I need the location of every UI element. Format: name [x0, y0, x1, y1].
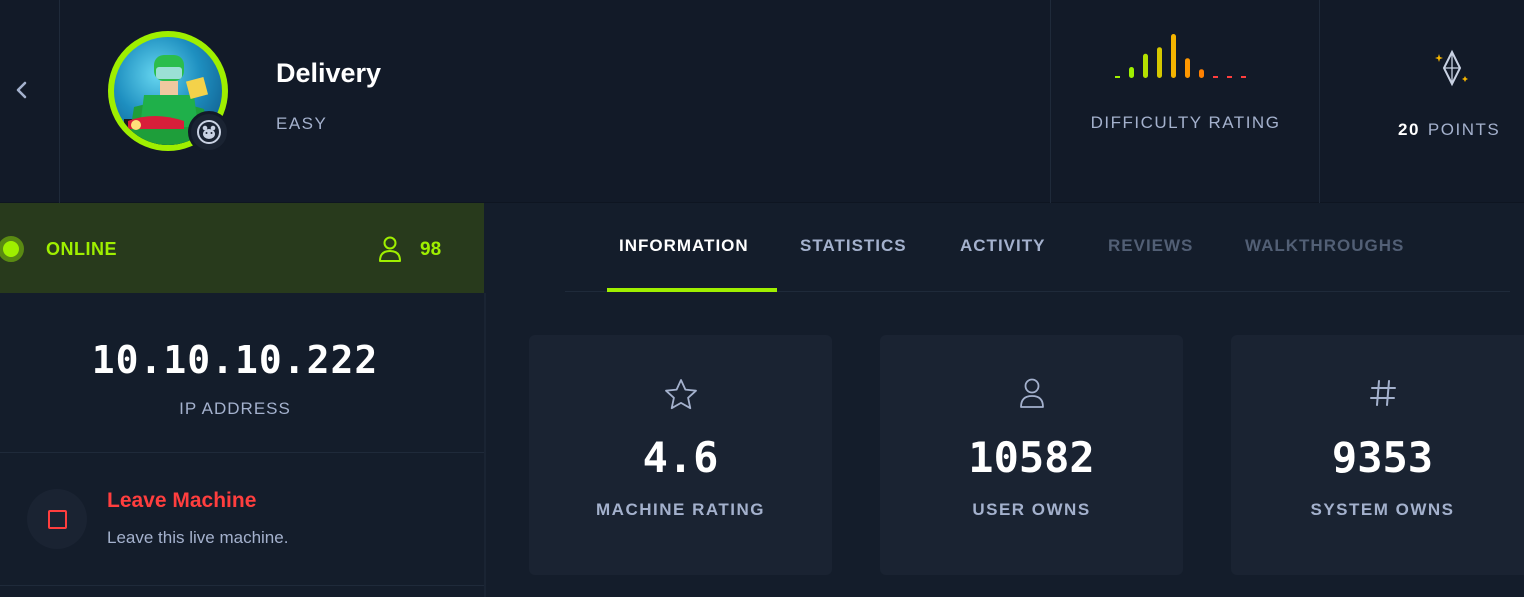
user-owns-value: 10582	[968, 433, 1095, 482]
machine-name: Delivery	[276, 58, 382, 88]
system-owns-label: SYSTEM OWNS	[1310, 500, 1455, 519]
ip-address-label: IP ADDRESS	[179, 399, 291, 418]
players-count: 98	[420, 239, 442, 260]
difficulty-bar	[1199, 69, 1204, 78]
machine-rating-card: 4.6 MACHINE RATING	[529, 335, 832, 575]
user-owns-label: USER OWNS	[972, 500, 1091, 519]
machine-avatar	[108, 31, 230, 153]
difficulty-bar	[1129, 67, 1134, 78]
machine-rating-value: 4.6	[642, 433, 719, 482]
tab-walkthroughs[interactable]: WALKTHROUGHS	[1245, 236, 1404, 256]
machine-header: Delivery EASY DIFFICULTY RATING 20 POINTS	[0, 0, 1524, 203]
difficulty-bar	[1157, 47, 1162, 78]
points-value: 20	[1398, 120, 1420, 139]
user-owns-card: 10582 USER OWNS	[880, 335, 1183, 575]
machine-rating-label: MACHINE RATING	[596, 500, 765, 519]
points-label: POINTS	[1427, 120, 1501, 139]
leave-machine-description: Leave this live machine.	[107, 528, 289, 547]
user-icon	[1019, 378, 1044, 408]
divider	[0, 452, 484, 453]
difficulty-rating: DIFFICULTY RATING	[1050, 0, 1319, 203]
leave-machine-button[interactable]	[27, 489, 87, 549]
tab-statistics[interactable]: STATISTICS	[800, 236, 907, 256]
ip-address-value[interactable]: 10.10.10.222	[0, 338, 470, 382]
tab-information[interactable]: INFORMATION	[619, 236, 749, 256]
difficulty-bar	[1143, 53, 1148, 78]
hash-icon	[1369, 380, 1396, 406]
points-line: 20 POINTS	[1398, 120, 1500, 140]
points-section: 20 POINTS	[1319, 0, 1524, 203]
star-icon	[664, 379, 697, 410]
stop-icon	[47, 509, 67, 529]
tab-activity[interactable]: ACTIVITY	[960, 236, 1045, 256]
difficulty-bar	[1171, 34, 1176, 78]
difficulty-rating-label: DIFFICULTY RATING	[1090, 113, 1281, 132]
diamond-icon	[1435, 49, 1468, 87]
status-text: ONLINE	[46, 239, 118, 259]
user-icon	[379, 236, 401, 262]
leave-machine-title[interactable]: Leave Machine	[107, 489, 256, 513]
back-column	[0, 0, 60, 203]
divider	[0, 585, 484, 586]
machine-difficulty: EASY	[276, 114, 328, 133]
system-owns-card: 9353 SYSTEM OWNS	[1231, 335, 1524, 575]
chevron-left-icon[interactable]	[14, 80, 30, 100]
tab-reviews[interactable]: REVIEWS	[1108, 236, 1193, 256]
linux-icon	[188, 111, 230, 153]
difficulty-bars-chart	[1115, 34, 1246, 78]
active-tab-indicator	[607, 288, 777, 292]
difficulty-bar	[1185, 58, 1190, 78]
system-owns-value: 9353	[1331, 433, 1434, 482]
